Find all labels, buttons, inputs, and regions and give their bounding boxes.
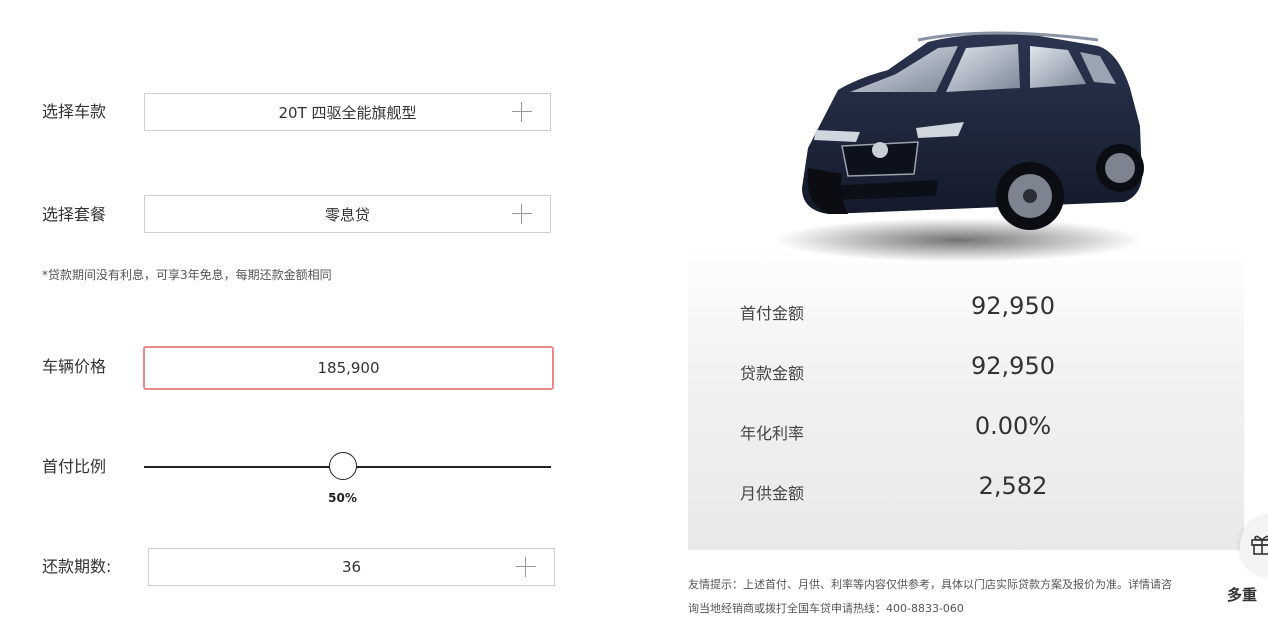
annual-rate-label: 年化利率: [740, 424, 805, 443]
disclaimer: 友情提示：上述首付、月供、利率等内容仅供参考，具体以门店实际贷款方案及报价为准。…: [688, 573, 1240, 621]
down-payment-value: 92,950: [971, 292, 1055, 320]
plan-label: 选择套餐: [42, 205, 107, 224]
model-select-value: 20T 四驱全能旗舰型: [278, 103, 417, 122]
disclaimer-line-1: 友情提示：上述首付、月供、利率等内容仅供参考，具体以门店实际贷款方案及报价为准。…: [688, 578, 1172, 591]
gift-floating-button[interactable]: [1240, 516, 1268, 576]
plus-icon[interactable]: [516, 557, 536, 577]
price-input[interactable]: 185,900: [143, 346, 554, 390]
down-ratio-value: 50%: [328, 491, 357, 505]
result-panel: 首付金额 92,950 贷款金额 92,950 年化利率 0.00% 月供金额 …: [688, 248, 1244, 550]
monthly-payment-value: 2,582: [978, 472, 1048, 500]
model-select[interactable]: 20T 四驱全能旗舰型: [144, 93, 551, 131]
monthly-payment-label: 月供金额: [740, 484, 805, 503]
annual-rate-value: 0.00%: [974, 412, 1052, 440]
loan-amount-label: 贷款金额: [740, 364, 805, 383]
plan-note: *贷款期间没有利息，可享3年免息，每期还款金额相同: [42, 268, 332, 282]
plan-select-value: 零息贷: [324, 205, 370, 224]
term-label: 还款期数:: [42, 557, 112, 576]
plan-select[interactable]: 零息贷: [144, 195, 551, 233]
down-ratio-slider-thumb[interactable]: [328, 452, 357, 480]
down-payment-label: 首付金额: [740, 304, 805, 323]
term-select[interactable]: 36: [148, 548, 555, 586]
disclaimer-line-2: 询当地经销商或拨打全国车贷申请热线：400-8833-060: [688, 602, 964, 615]
loan-amount-value: 92,950: [971, 352, 1055, 380]
plus-icon[interactable]: [512, 102, 532, 122]
term-select-value: 36: [341, 558, 362, 576]
gift-icon: [1250, 532, 1268, 560]
side-promo-text[interactable]: 多重: [1227, 584, 1257, 605]
price-label: 车辆价格: [42, 357, 107, 376]
down-ratio-label: 首付比例: [42, 457, 107, 476]
model-label: 选择车款: [42, 102, 107, 121]
car-image: [768, 18, 1154, 268]
plus-icon[interactable]: [512, 204, 532, 224]
